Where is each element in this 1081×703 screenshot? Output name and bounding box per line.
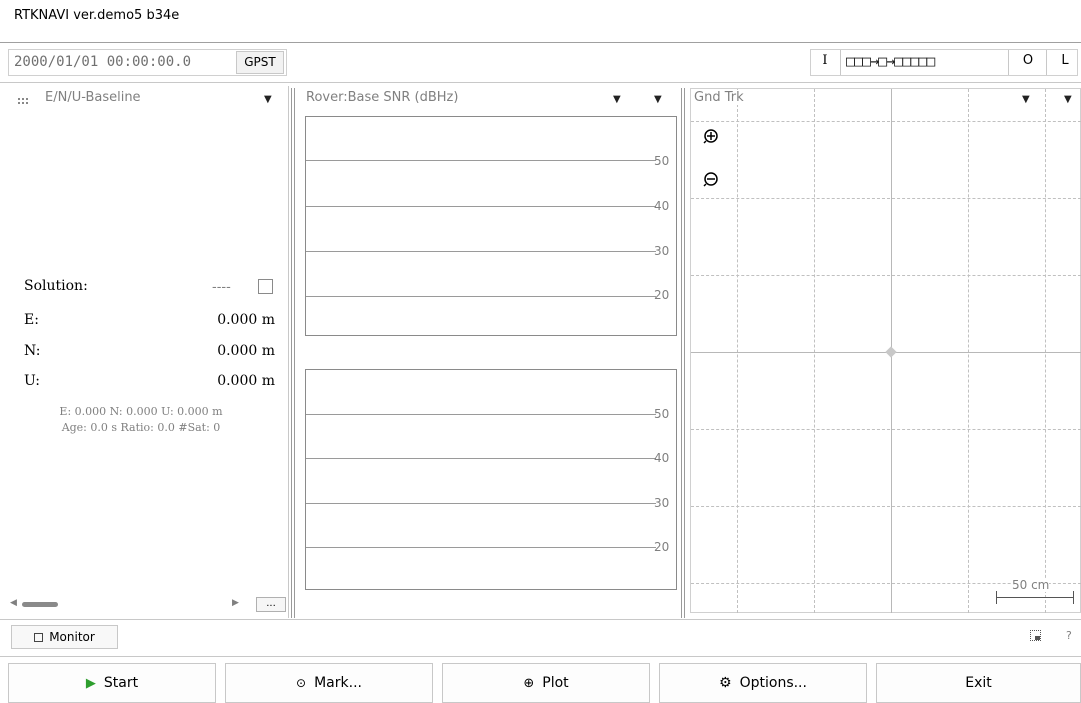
baseline-summary: E: 0.000 N: 0.000 U: 0.000 m <box>59 405 223 418</box>
mark-icon: ⊙ <box>296 676 307 690</box>
stream-indicators: □□□→□→□□□□□ <box>846 52 935 70</box>
monitor-icon <box>34 632 44 642</box>
map-title[interactable]: Gnd Trk <box>692 90 746 105</box>
exit-button[interactable]: Exit <box>876 663 1081 703</box>
map-gridline <box>737 89 738 613</box>
play-icon: ▶ <box>85 675 96 691</box>
chevron-down-icon[interactable]: ▼ <box>1022 94 1030 105</box>
panel-splitter[interactable] <box>684 88 685 618</box>
stream-separator <box>1046 50 1047 75</box>
scroll-left-icon[interactable]: ◀ <box>10 598 17 608</box>
mark-label: Mark... <box>314 675 362 691</box>
map-gridline <box>691 198 1081 199</box>
map-gridline <box>691 429 1081 430</box>
east-label: E: <box>24 312 39 328</box>
scale-bar-tick <box>996 591 997 604</box>
map-gridline <box>814 89 815 613</box>
more-button[interactable]: ... <box>256 597 286 612</box>
snr-gridline <box>306 458 656 459</box>
solution-panel-title[interactable]: E/N/U-Baseline <box>45 90 141 105</box>
panel-splitter[interactable] <box>291 88 292 618</box>
map-gridline <box>968 89 969 613</box>
snr-gridline <box>306 414 656 415</box>
chevron-down-icon[interactable]: ▼ <box>613 94 621 105</box>
scale-bar-tick <box>1073 591 1074 604</box>
age-ratio-summary: Age: 0.0 s Ratio: 0.0 #Sat: 0 <box>61 421 221 434</box>
start-button[interactable]: ▶ Start <box>8 663 216 703</box>
snr-tick-label: 40 <box>654 451 670 465</box>
snr-tick-label: 40 <box>654 199 670 213</box>
horizontal-scrollbar-thumb[interactable] <box>22 602 58 607</box>
solution-label: Solution: <box>24 278 88 294</box>
snr-gridline <box>306 503 656 504</box>
time-system-button[interactable]: GPST <box>236 51 284 74</box>
plot-icon: ⊕ <box>523 675 535 691</box>
snr-panel-title[interactable]: Rover:Base SNR (dBHz) <box>306 90 458 105</box>
snr-tick-label: 20 <box>654 540 670 554</box>
plot-label: Plot <box>542 675 569 691</box>
up-value: 0.000 m <box>217 373 275 389</box>
log-stream-button[interactable]: L <box>1058 53 1072 68</box>
rover-snr-chart <box>305 116 677 336</box>
stream-separator <box>840 50 841 75</box>
snr-tick-label: 30 <box>654 496 670 510</box>
solution-status: ---- <box>212 280 231 295</box>
snr-gridline <box>306 296 656 297</box>
time-display: 2000/01/01 00:00:00.0 <box>14 54 192 70</box>
snr-tick-label: 20 <box>654 288 670 302</box>
snr-tick-label: 30 <box>654 244 670 258</box>
scroll-right-icon[interactable]: ▶ <box>232 598 239 608</box>
options-button[interactable]: ⚙ Options... <box>659 663 867 703</box>
help-button[interactable]: ? <box>1066 629 1072 642</box>
snr-gridline <box>306 160 656 161</box>
scale-label: 50 cm <box>1012 578 1050 592</box>
gear-icon: ⚙ <box>719 675 732 691</box>
base-snr-chart <box>305 369 677 590</box>
input-stream-button[interactable]: I <box>818 53 832 68</box>
snr-tick-label: 50 <box>654 407 670 421</box>
toolbar-divider <box>0 82 1081 83</box>
solution-indicator-box <box>258 279 273 294</box>
chevron-down-icon[interactable]: ▼ <box>264 94 272 105</box>
north-value: 0.000 m <box>217 343 275 359</box>
chevron-down-icon[interactable]: ▼ <box>654 94 662 105</box>
map-gridline <box>691 121 1081 122</box>
plot-button[interactable]: ⊕ Plot <box>442 663 650 703</box>
output-stream-button[interactable]: O <box>1020 53 1036 68</box>
title-divider <box>0 42 1081 43</box>
map-gridline <box>691 506 1081 507</box>
map-gridline <box>691 275 1081 276</box>
scale-bar <box>996 597 1074 598</box>
exit-label: Exit <box>965 675 992 691</box>
panel-splitter[interactable] <box>294 88 295 618</box>
snr-gridline <box>306 206 656 207</box>
zoom-out-icon[interactable] <box>703 170 721 192</box>
snr-gridline <box>306 251 656 252</box>
window-mode-icon-fill <box>1035 636 1040 640</box>
start-label: Start <box>103 675 139 691</box>
snr-gridline <box>306 547 656 548</box>
monitor-button[interactable]: Monitor <box>11 625 118 649</box>
options-label: Options... <box>739 675 807 691</box>
button-bar-divider <box>0 656 1081 657</box>
north-label: N: <box>24 343 41 359</box>
east-value: 0.000 m <box>217 312 275 328</box>
bottom-divider <box>0 619 1081 620</box>
window-title: RTKNAVI ver.demo5 b34e <box>14 8 180 23</box>
map-title-label: Gnd Trk <box>694 90 744 105</box>
zoom-in-icon[interactable] <box>703 127 721 149</box>
stream-separator <box>1008 50 1009 75</box>
chevron-down-icon[interactable]: ▼ <box>1064 94 1072 105</box>
up-label: U: <box>24 373 41 389</box>
monitor-label: Monitor <box>49 630 95 644</box>
map-gridline <box>1045 89 1046 613</box>
snr-tick-label: 50 <box>654 154 670 168</box>
panel-splitter[interactable] <box>681 88 682 618</box>
mark-button[interactable]: ⊙ Mark... <box>225 663 433 703</box>
panel-menu-icon[interactable] <box>18 95 30 110</box>
